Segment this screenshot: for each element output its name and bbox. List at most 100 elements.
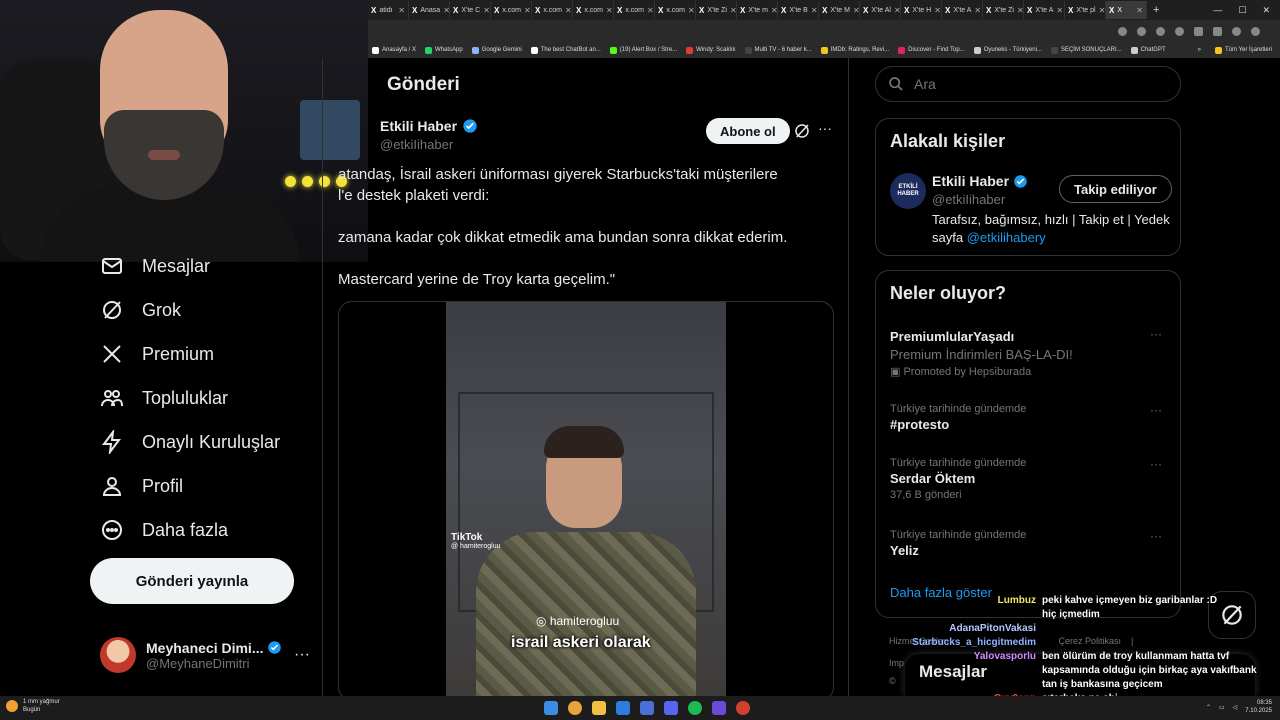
account-switcher[interactable]: Meyhaneci Dimi... @MeyhaneDimitri ···: [100, 637, 310, 673]
discord-icon[interactable]: [664, 701, 678, 715]
maximize-icon[interactable]: ☐: [1238, 5, 1246, 16]
close-icon[interactable]: ✕: [524, 6, 531, 15]
close-icon[interactable]: ✕: [565, 6, 572, 15]
video-player[interactable]: TikTok @ hamiterogluu ◎ hamiterogluu isr…: [338, 301, 834, 696]
browser-tab[interactable]: X X'te Zi ✕: [696, 1, 737, 19]
profile-icon[interactable]: [1232, 26, 1241, 36]
browser-tab[interactable]: Xx.com ✕: [532, 1, 573, 19]
clock[interactable]: 08:35 7.10.2025: [1245, 699, 1272, 715]
chevron-up-icon[interactable]: ⌃: [1206, 704, 1211, 711]
close-icon[interactable]: ✕: [606, 6, 613, 15]
browser-tab[interactable]: Xx.com ✕: [491, 1, 532, 19]
browser-tab[interactable]: X X'te pl ✕: [1065, 1, 1106, 19]
bookmark-item[interactable]: (19) Alert Box / Stre...: [609, 46, 677, 54]
nav-item-premium[interactable]: Premium: [100, 342, 214, 366]
browser-tab[interactable]: X X'te H ✕: [901, 1, 942, 19]
bookmark-item[interactable]: The best ChatBot an...: [530, 46, 601, 54]
nav-item-messages[interactable]: Mesajlar: [100, 254, 210, 278]
close-icon[interactable]: ✕: [1136, 6, 1143, 15]
volume-icon[interactable]: ◁: [1233, 704, 1238, 711]
nav-item-verified-orgs[interactable]: Onaylı Kuruluşlar: [100, 430, 280, 454]
nav-item-profile[interactable]: Profil: [100, 474, 183, 498]
spotify-icon[interactable]: [688, 701, 702, 715]
browser-tab[interactable]: X X'te Al ✕: [860, 1, 901, 19]
close-icon[interactable]: ✕: [730, 6, 736, 15]
bookmark-item[interactable]: Windy: Scaklık: [686, 46, 736, 54]
bio-link[interactable]: @etkilihabery: [967, 230, 1046, 245]
trend-item[interactable]: Türkiye tarihinde gündemde #protesto ···: [890, 403, 1170, 432]
browser-tab[interactable]: Xx.com ✕: [614, 1, 655, 19]
browser-tab[interactable]: X X'te Zi ✕: [983, 1, 1024, 19]
nav-item-communities[interactable]: Topluluklar: [100, 386, 228, 410]
nav-item-more[interactable]: Daha fazla: [100, 518, 228, 542]
browser-tab[interactable]: X X'te M ✕: [819, 1, 860, 19]
related-name[interactable]: Etkili Haber: [932, 173, 1028, 189]
share-icon[interactable]: [1156, 26, 1165, 36]
minimize-icon[interactable]: —: [1213, 5, 1222, 16]
more-icon[interactable]: ···: [1150, 403, 1162, 417]
following-button[interactable]: Takip ediliyor: [1059, 175, 1172, 203]
post-button[interactable]: Gönderi yayınla: [90, 558, 294, 604]
author-handle[interactable]: @etkiIihaber: [380, 137, 453, 152]
nav-item-grok[interactable]: Grok: [100, 298, 181, 322]
browser-tab[interactable]: X X'te B ✕: [778, 1, 819, 19]
bookmark-item[interactable]: Multi TV - 6 haber k...: [744, 46, 812, 54]
close-icon[interactable]: ✕: [647, 6, 654, 15]
close-icon[interactable]: ✕: [853, 6, 859, 15]
chrome-icon[interactable]: [568, 701, 582, 715]
bookmark-item[interactable]: Google Gemini: [471, 46, 522, 54]
close-icon[interactable]: ✕: [974, 6, 981, 15]
bookmark-item[interactable]: SEÇİM SONUÇLARI...: [1050, 46, 1122, 54]
steam-icon[interactable]: [640, 701, 654, 715]
search-input[interactable]: [914, 76, 1164, 92]
close-icon[interactable]: ✕: [934, 6, 941, 15]
close-icon[interactable]: ✕: [483, 6, 490, 15]
browser-tab[interactable]: Xx.com ✕: [573, 1, 614, 19]
app-icon[interactable]: [712, 701, 726, 715]
more-icon[interactable]: ···: [1150, 457, 1162, 471]
close-icon[interactable]: ✕: [1099, 6, 1105, 15]
weather-widget[interactable]: 1 mm yağmur Bugün: [6, 698, 60, 714]
close-icon[interactable]: ✕: [1017, 6, 1023, 15]
subscribe-button[interactable]: Abone ol: [706, 118, 790, 144]
browser-tab[interactable]: Xatidı ✕: [368, 1, 409, 19]
app-icon[interactable]: [736, 701, 750, 715]
bookmark-item[interactable]: Anasayfa / X: [372, 46, 416, 54]
browser-tab[interactable]: X X'te C ✕: [450, 1, 491, 19]
bookmark-item[interactable]: ChatGPT: [1130, 46, 1166, 54]
browser-tab[interactable]: X Anasa ✕: [409, 1, 450, 19]
close-icon[interactable]: ✕: [894, 6, 900, 15]
file-explorer-icon[interactable]: [592, 701, 606, 715]
star-icon[interactable]: [1175, 26, 1184, 36]
bookmark-item[interactable]: IMDb: Ratings, Revi...: [820, 46, 889, 54]
browser-tab[interactable]: X X'te A ✕: [942, 1, 983, 19]
more-icon[interactable]: ···: [818, 120, 832, 136]
close-icon[interactable]: ✕: [771, 6, 777, 15]
app-icon[interactable]: [616, 701, 630, 715]
trend-item[interactable]: Türkiye tarihinde gündemde Serdar Öktem …: [890, 457, 1170, 501]
trend-item[interactable]: Türkiye tarihinde gündemde Yeliz ···: [890, 529, 1170, 558]
close-icon[interactable]: ✕: [1056, 6, 1063, 15]
related-handle[interactable]: @etkiIihaber: [932, 192, 1005, 207]
browser-tab[interactable]: X X'te m ✕: [737, 1, 778, 19]
extensions-icon[interactable]: [1194, 26, 1203, 36]
close-icon[interactable]: ✕: [398, 6, 405, 15]
bookmark-item[interactable]: Discover - Find Top...: [898, 46, 965, 54]
author-name[interactable]: Etkili Haber: [380, 118, 478, 134]
browser-tab[interactable]: Xx.com ✕: [655, 1, 696, 19]
new-tab-button[interactable]: +: [1147, 4, 1165, 16]
avatar[interactable]: ETKİLİ HABER: [890, 173, 926, 209]
browser-tab[interactable]: X X ✕: [1106, 1, 1147, 19]
download-icon[interactable]: [1213, 26, 1222, 36]
more-icon[interactable]: ···: [1150, 327, 1162, 341]
all-bookmarks-link[interactable]: Tüm Yer İşaretleri: [1225, 47, 1272, 53]
close-icon[interactable]: ✕: [443, 6, 449, 15]
network-icon[interactable]: ▭: [1219, 704, 1225, 711]
bookmark-item[interactable]: Oyuneks - Türkiyeni...: [973, 46, 1042, 54]
search-box[interactable]: [875, 66, 1181, 102]
more-icon[interactable]: ···: [1150, 529, 1162, 543]
bookmark-item[interactable]: WhatsApp: [425, 46, 463, 54]
video-frame[interactable]: TikTok @ hamiterogluu ◎ hamiterogluu isr…: [446, 302, 726, 696]
grok-icon[interactable]: [793, 122, 811, 140]
menu-icon[interactable]: [1251, 26, 1260, 36]
